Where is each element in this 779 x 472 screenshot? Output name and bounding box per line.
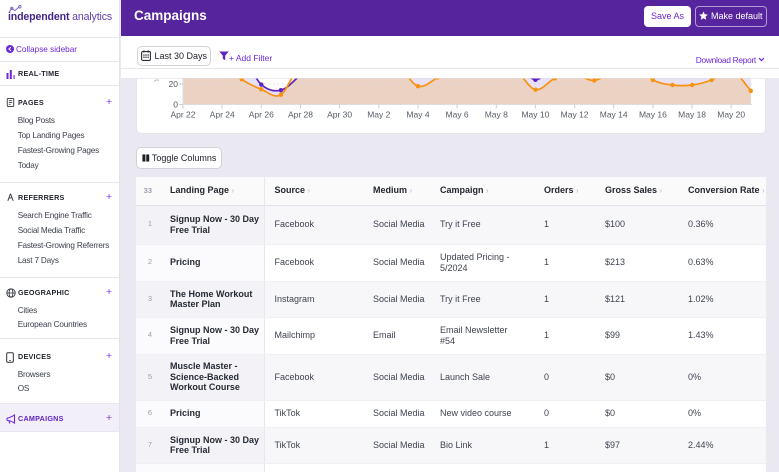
- svg-text:May 20: May 20: [717, 110, 745, 120]
- svg-text:May 6: May 6: [446, 110, 469, 120]
- svg-text:0: 0: [173, 99, 178, 109]
- svg-text:May 10: May 10: [521, 110, 549, 120]
- svg-text:May 14: May 14: [600, 110, 628, 120]
- svg-text:May 16: May 16: [639, 110, 667, 120]
- svg-text:20: 20: [169, 79, 179, 89]
- svg-text:Apr 24: Apr 24: [210, 110, 235, 120]
- svg-text:May 8: May 8: [485, 110, 508, 120]
- svg-text:Apr 28: Apr 28: [288, 110, 313, 120]
- svg-text:May 12: May 12: [561, 110, 589, 120]
- svg-text:May 4: May 4: [406, 110, 429, 120]
- svg-text:Apr 26: Apr 26: [249, 110, 274, 120]
- svg-text:May 18: May 18: [678, 110, 706, 120]
- svg-text:Apr 30: Apr 30: [327, 110, 352, 120]
- svg-text:Apr 22: Apr 22: [170, 110, 195, 120]
- svg-text:May 2: May 2: [367, 110, 390, 120]
